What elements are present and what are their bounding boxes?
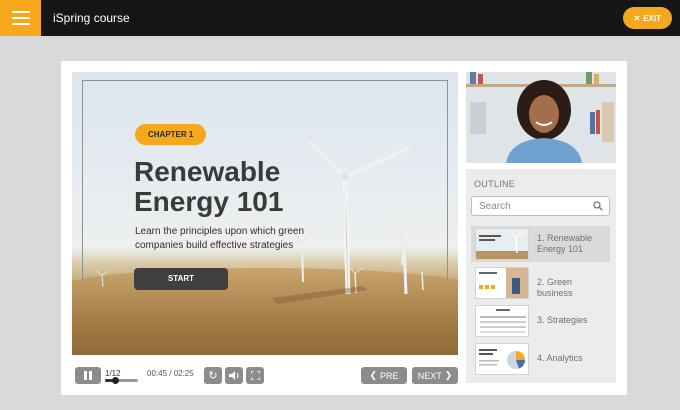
presenter-video[interactable] — [466, 72, 616, 163]
prev-label: PRE — [380, 370, 399, 381]
hamburger-icon-line — [11, 11, 30, 13]
prev-button[interactable]: ❮ PRE — [361, 367, 407, 384]
thumbnail-image — [476, 306, 528, 336]
thumbnail-image — [476, 268, 528, 298]
label-line-2: business — [537, 288, 573, 298]
time-display: 00:45 / 02:25 — [147, 369, 194, 378]
slide-thumbnail — [475, 343, 529, 375]
slide-title-line-1: Renewable — [134, 156, 281, 187]
start-button[interactable]: START — [134, 268, 228, 290]
chapter-badge: CHAPTER 1 — [135, 124, 207, 145]
slide-canvas: CHAPTER 1 Renewable Energy 101 Learn the… — [72, 72, 458, 355]
search-input[interactable] — [472, 197, 590, 215]
replay-icon: ↻ — [208, 370, 218, 382]
replay-button[interactable]: ↻ — [204, 367, 222, 384]
outline-item-analytics[interactable]: 4. Analytics — [471, 341, 610, 377]
label-line-1: 3. Strategies — [537, 315, 588, 325]
next-label: NEXT — [417, 370, 442, 381]
top-bar: iSpring course ✕ EXIT — [0, 0, 680, 36]
close-icon: ✕ — [633, 13, 641, 23]
slide-subtitle: Learn the principles upon which green co… — [135, 226, 304, 251]
hamburger-icon-line — [11, 23, 30, 25]
slide-title-line-2: Energy 101 — [134, 186, 284, 217]
outline-item-label: 3. Strategies — [537, 315, 588, 326]
outline-title: OUTLINE — [474, 179, 516, 189]
exit-button[interactable]: ✕ EXIT — [622, 7, 672, 29]
hamburger-icon-line — [11, 17, 30, 19]
exit-label: EXIT — [643, 13, 661, 23]
outline-panel: OUTLINE 1. Renewable Energy 101 — [466, 169, 616, 383]
label-line-1: 4. Analytics — [537, 353, 583, 363]
slide-title: Renewable Energy 101 — [134, 157, 334, 217]
chevron-left-icon: ❮ — [369, 370, 378, 380]
pause-icon — [84, 371, 92, 380]
outline-item-strategies[interactable]: 3. Strategies — [471, 303, 610, 339]
pause-button[interactable] — [75, 367, 101, 384]
slide-thumbnail — [475, 267, 529, 299]
label-line-2: Energy 101 — [537, 244, 584, 254]
progress-handle[interactable] — [112, 377, 120, 384]
label-line-1: 2. Green — [537, 277, 573, 287]
next-button[interactable]: NEXT ❯ — [412, 367, 458, 384]
search-icon[interactable] — [593, 201, 603, 211]
fullscreen-button[interactable] — [246, 367, 264, 384]
course-player: CHAPTER 1 Renewable Energy 101 Learn the… — [61, 61, 627, 395]
slide-thumbnail — [475, 228, 529, 260]
presenter-image — [466, 72, 616, 163]
chevron-right-icon: ❯ — [444, 370, 453, 380]
search-box[interactable] — [471, 196, 610, 216]
menu-button[interactable] — [0, 0, 41, 36]
playback-controls: 1/12 00:45 / 02:25 ↻ ❮ PRE NEXT ❯ — [72, 364, 458, 386]
thumbnail-image — [476, 344, 528, 374]
label-line-1: 1. Renewable — [537, 233, 593, 243]
course-title: iSpring course — [53, 11, 130, 25]
expand-icon — [250, 371, 260, 380]
volume-icon — [228, 371, 238, 380]
outline-item-label: 4. Analytics — [537, 353, 583, 364]
slide-thumbnail — [475, 305, 529, 337]
outline-item-green-business[interactable]: 2. Green business — [471, 265, 610, 301]
outline-item-renewable-energy[interactable]: 1. Renewable Energy 101 — [471, 226, 610, 262]
progress-bar[interactable] — [105, 377, 138, 384]
outline-item-label: 1. Renewable Energy 101 — [537, 233, 592, 255]
thumbnail-image — [476, 229, 528, 259]
outline-item-label: 2. Green business — [537, 277, 573, 299]
volume-button[interactable] — [225, 367, 243, 384]
